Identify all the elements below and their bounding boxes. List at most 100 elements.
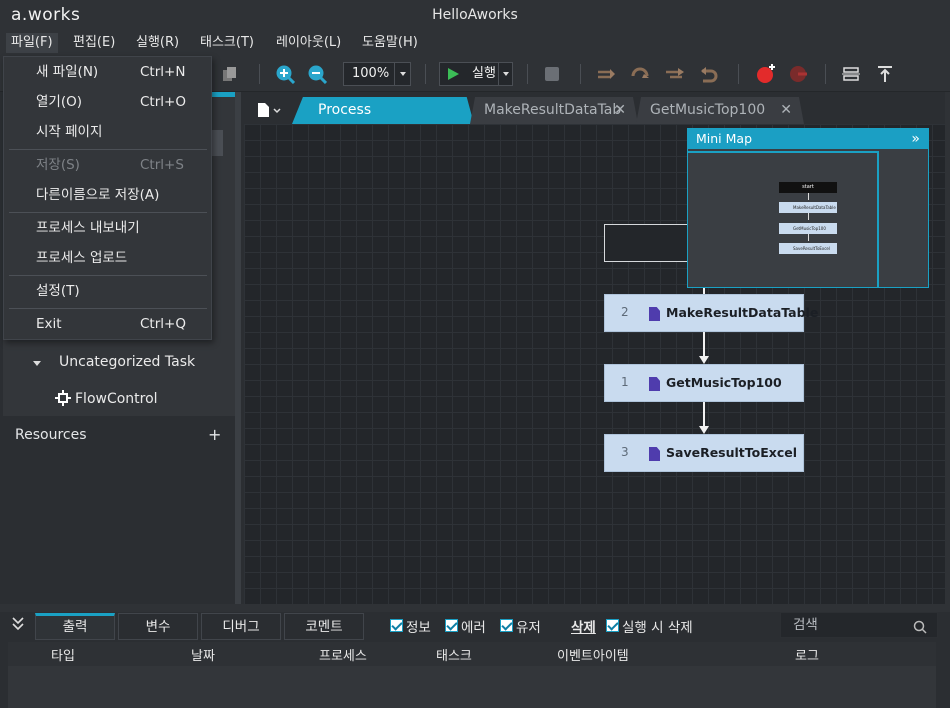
minimap-node: MakeResultDataTable [779, 202, 837, 213]
document-tab-strip: Process MakeResultDataTab ✕ GetMusicTop1… [244, 92, 945, 124]
log-table-header: 타입 날짜 프로세스 태스크 이벤트아이템 로그 [8, 642, 936, 666]
node-label: GetMusicTop100 [666, 375, 782, 390]
column-type[interactable]: 타입 [51, 645, 75, 664]
menu-item-label: 프로세스 업로드 [36, 250, 128, 266]
menu-help[interactable]: 도움말(H) [357, 33, 423, 53]
minimap-panel[interactable]: Mini Map » start MakeResultDataTable Get… [687, 128, 929, 288]
filter-error-checkbox[interactable] [445, 619, 458, 632]
run-button[interactable]: 실행 [439, 62, 513, 86]
menu-item-open[interactable]: 열기(O) Ctrl+O [4, 88, 211, 116]
menu-item-label: 다른이름으로 저장(A) [36, 187, 160, 203]
minimap-viewport[interactable] [688, 151, 879, 287]
menu-item-save-as[interactable]: 다른이름으로 저장(A) [4, 181, 211, 209]
tab-label: GetMusicTop100 [650, 102, 766, 118]
menu-item-exit[interactable]: Exit Ctrl+Q [4, 310, 211, 338]
menu-edit[interactable]: 편집(E) [68, 33, 120, 53]
left-panel-splitter[interactable] [235, 92, 241, 604]
collapse-panel-icon[interactable] [11, 616, 25, 636]
minimap-node: GetMusicTop100 [779, 223, 837, 234]
connector-arrow [699, 426, 709, 434]
output-panel: 출력 변수 디버그 코멘트 정보 에러 유저 삭제 실행 시 삭제 검색 타입 … [0, 604, 950, 708]
window-title: HelloAworks [432, 7, 518, 23]
tab-makeresultdatatab[interactable]: MakeResultDataTab ✕ [470, 97, 638, 124]
search-placeholder: 검색 [793, 617, 818, 633]
close-icon[interactable]: ✕ [614, 97, 626, 124]
step-over-icon[interactable] [596, 63, 618, 85]
log-search-input[interactable]: 검색 [780, 612, 938, 638]
column-date[interactable]: 날짜 [191, 645, 215, 664]
menu-item-shortcut: Ctrl+N [140, 64, 186, 80]
tab-getmusictop100[interactable]: GetMusicTop100 ✕ [636, 97, 804, 124]
menu-item-label: 열기(O) [36, 94, 82, 110]
align-center-icon[interactable] [840, 63, 862, 85]
menu-item-save[interactable]: 저장(S) Ctrl+S [4, 151, 211, 179]
panel-splitter[interactable] [0, 604, 950, 612]
collapse-icon[interactable]: » [911, 129, 920, 149]
chevron-down-icon[interactable] [33, 361, 41, 366]
delete-log-link[interactable]: 삭제 [571, 616, 596, 636]
menu-item-shortcut: Ctrl+O [140, 94, 186, 110]
zoom-out-icon[interactable] [306, 63, 328, 85]
column-task[interactable]: 태스크 [436, 645, 472, 664]
tab-debug[interactable]: 디버그 [201, 613, 281, 640]
column-process[interactable]: 프로세스 [319, 645, 367, 664]
chevron-down-icon[interactable] [498, 63, 512, 85]
add-breakpoint-icon[interactable] [755, 63, 777, 85]
tree-item-label: FlowControl [75, 391, 158, 407]
task-document-icon [649, 447, 660, 461]
tab-output[interactable]: 출력 [35, 613, 115, 640]
menu-layout[interactable]: 레이아웃(L) [271, 33, 346, 53]
tab-comment[interactable]: 코멘트 [284, 613, 364, 640]
step-out-icon[interactable] [664, 63, 686, 85]
menu-separator [9, 275, 207, 276]
menu-item-new-file[interactable]: 새 파일(N) Ctrl+N [4, 58, 211, 86]
menu-run[interactable]: 실행(R) [131, 33, 184, 53]
restart-icon[interactable] [698, 63, 720, 85]
right-scrollbar[interactable] [945, 92, 950, 604]
filter-info-checkbox[interactable] [390, 619, 403, 632]
minimap-title: Mini Map [696, 131, 753, 146]
filter-user-checkbox[interactable] [500, 619, 513, 632]
menu-item-export-process[interactable]: 프로세스 내보내기 [4, 214, 211, 242]
task-node[interactable]: 1 GetMusicTop100 [604, 364, 804, 402]
column-log[interactable]: 로그 [795, 645, 819, 664]
filter-user-label: 유저 [516, 620, 541, 636]
tab-label: Process [318, 102, 372, 118]
task-node[interactable]: 3 SaveResultToExcel [604, 434, 804, 472]
menu-item-start-page[interactable]: 시작 페이지 [4, 118, 211, 146]
delete-on-run-checkbox[interactable] [606, 619, 619, 632]
tab-label: MakeResultDataTab [484, 102, 622, 118]
close-icon[interactable]: ✕ [780, 97, 792, 124]
toolbar-separator [580, 64, 581, 84]
log-table-body [8, 666, 936, 708]
task-document-icon [649, 307, 660, 321]
file-menu-dropdown: 새 파일(N) Ctrl+N 열기(O) Ctrl+O 시작 페이지 저장(S) Ct… [3, 56, 212, 340]
node-label: SaveResultToExcel [666, 445, 797, 460]
add-resource-button[interactable]: + [208, 425, 221, 444]
search-icon[interactable] [913, 618, 927, 642]
tab-process[interactable]: Process [292, 97, 474, 124]
task-node[interactable]: 2 MakeResultDataTable [604, 294, 818, 332]
menu-separator [9, 149, 207, 150]
align-top-icon[interactable] [874, 63, 896, 85]
zoom-in-icon[interactable] [274, 63, 296, 85]
minimap-node: SaveResultToExcel [779, 243, 837, 254]
menu-task[interactable]: 태스크(T) [195, 33, 259, 53]
menu-item-settings[interactable]: 설정(T) [4, 277, 211, 305]
new-document-icon[interactable] [258, 102, 282, 121]
remove-breakpoint-icon[interactable] [787, 63, 809, 85]
menu-item-label: Exit [36, 316, 62, 332]
copy-icon[interactable] [219, 63, 241, 85]
menu-file[interactable]: 파일(F) [6, 33, 58, 53]
chevron-down-icon[interactable] [394, 63, 410, 85]
column-event-item[interactable]: 이벤트아이템 [557, 645, 629, 664]
node-order: 2 [621, 305, 629, 319]
resources-label: Resources [15, 427, 87, 443]
menu-item-upload-process[interactable]: 프로세스 업로드 [4, 244, 211, 272]
stop-icon[interactable] [541, 63, 563, 85]
filter-info-label: 정보 [406, 620, 431, 636]
tab-variables[interactable]: 변수 [118, 613, 198, 640]
node-order: 1 [621, 375, 629, 389]
zoom-select[interactable]: 100% [343, 62, 411, 86]
step-into-icon[interactable] [630, 63, 652, 85]
